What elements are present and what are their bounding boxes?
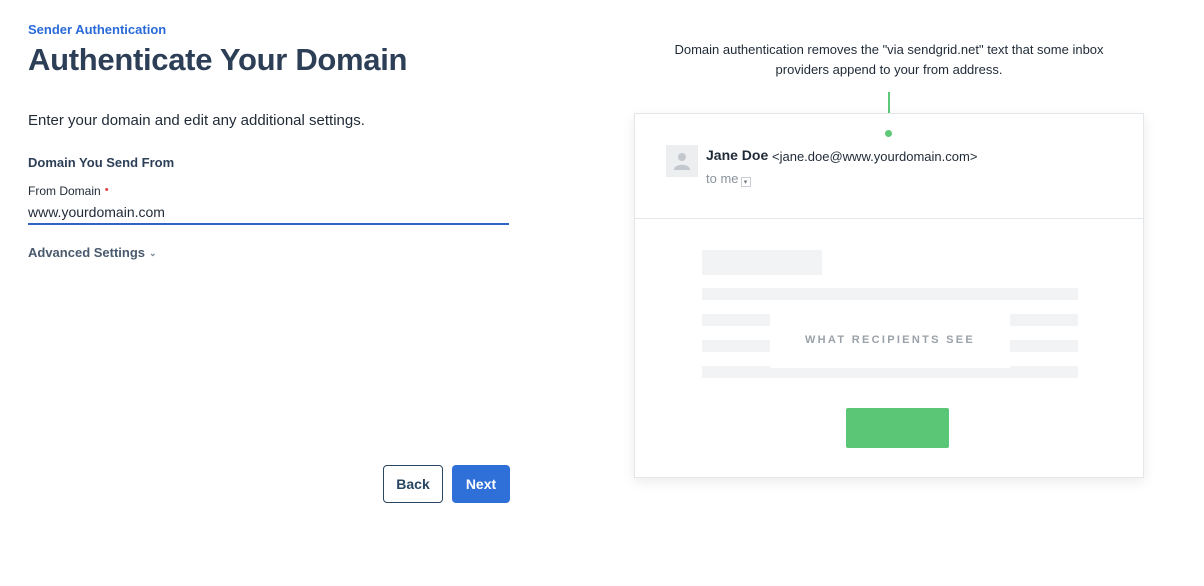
advanced-settings-toggle[interactable]: Advanced Settings ⌄ bbox=[28, 245, 157, 260]
callout-dot bbox=[885, 130, 892, 137]
skeleton-line bbox=[702, 288, 1078, 300]
recipients-overlay: WHAT RECIPIENTS SEE bbox=[770, 312, 1010, 368]
card-divider bbox=[635, 218, 1143, 219]
advanced-settings-label: Advanced Settings bbox=[28, 245, 146, 260]
person-silhouette-icon bbox=[674, 153, 690, 170]
required-indicator: • bbox=[104, 184, 109, 196]
avatar bbox=[666, 145, 698, 177]
recipient-line: to me ▾ bbox=[706, 171, 751, 187]
section-title: Domain You Send From bbox=[28, 155, 175, 170]
recipients-overlay-text: WHAT RECIPIENTS SEE bbox=[804, 334, 975, 346]
sender-name: Jane Doe bbox=[706, 147, 769, 163]
cta-button-mock bbox=[846, 408, 949, 448]
from-domain-input[interactable] bbox=[28, 200, 509, 225]
back-button[interactable]: Back bbox=[383, 465, 443, 503]
to-me-label: to me bbox=[706, 171, 739, 186]
intro-text: Enter your domain and edit any additiona… bbox=[28, 112, 365, 129]
email-preview-card: Jane Doe <jane.doe@www.yourdomain.com> t… bbox=[634, 113, 1144, 478]
chevron-down-icon: ▾ bbox=[740, 177, 751, 187]
chevron-down-icon: ⌄ bbox=[149, 248, 157, 258]
skeleton-heading bbox=[702, 250, 822, 275]
from-domain-label-text: From Domain bbox=[28, 184, 101, 198]
page-title: Authenticate Your Domain bbox=[28, 42, 408, 77]
preview-caption: Domain authentication removes the "via s… bbox=[674, 42, 1104, 77]
sender-email: <jane.doe@www.yourdomain.com> bbox=[772, 149, 978, 164]
from-domain-label: From Domain • bbox=[28, 184, 109, 198]
breadcrumb[interactable]: Sender Authentication bbox=[28, 22, 166, 37]
next-button[interactable]: Next bbox=[452, 465, 510, 503]
